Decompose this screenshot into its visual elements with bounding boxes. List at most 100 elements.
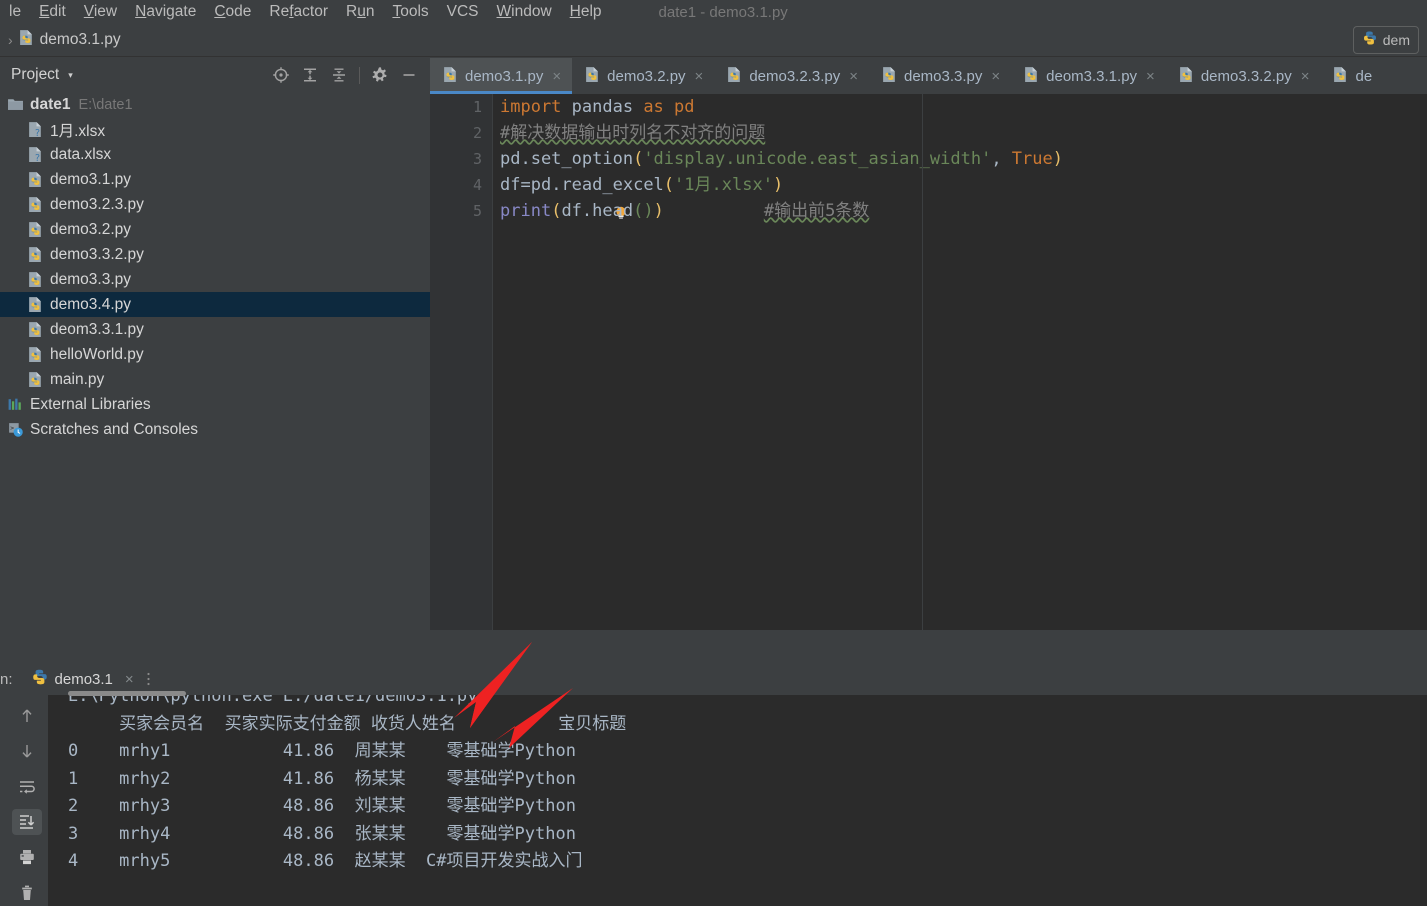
tree-item-demo3-2-py[interactable]: demo3.2.py xyxy=(0,217,430,242)
print-icon[interactable] xyxy=(12,844,42,870)
run-tab-demo3-1[interactable]: demo3.1 × xyxy=(31,668,134,690)
python-file-icon xyxy=(27,371,44,388)
token-call-head: df.head xyxy=(561,201,634,221)
collapse-all-icon[interactable] xyxy=(330,66,348,84)
token-call-read-excel: pd.read_excel xyxy=(530,175,664,195)
code-line-5: print(df.head()) #输出前5条数 xyxy=(500,198,1427,224)
python-file-icon xyxy=(584,66,601,87)
run-tab-label: demo3.1 xyxy=(54,670,113,688)
project-tree[interactable]: date1 E:\date1 ? 1月.xlsx ? data.xlsx dem… xyxy=(0,92,430,630)
tree-item-deom3-3-1-py[interactable]: deom3.3.1.py xyxy=(0,317,430,342)
close-icon[interactable]: × xyxy=(991,68,1000,85)
tree-item-demo3-4-py[interactable]: demo3.4.py xyxy=(0,292,430,317)
editor-tab-demo3-1-py[interactable]: demo3.1.py × xyxy=(430,58,573,94)
menu-item-edit[interactable]: Edit xyxy=(30,0,75,24)
editor-gutter[interactable]: 1 2 3 4 5 xyxy=(430,94,492,630)
python-file-icon xyxy=(881,66,898,87)
menu-item-file[interactable]: le xyxy=(0,0,30,24)
close-icon[interactable]: × xyxy=(1301,68,1310,85)
tree-item-label: data.xlsx xyxy=(50,145,112,163)
menu-item-tools[interactable]: Tools xyxy=(383,0,437,24)
tree-item-label: helloWorld.py xyxy=(50,345,144,363)
svg-text:?: ? xyxy=(34,153,40,163)
editor-tab-demo3-2-3-py[interactable]: demo3.2.3.py × xyxy=(714,58,869,94)
menu-item-view[interactable]: View xyxy=(75,0,126,24)
menu-item-vcs[interactable]: VCS xyxy=(438,0,488,24)
tree-item-date1[interactable]: date1 E:\date1 xyxy=(0,92,430,117)
editor-tab-label: demo3.2.py xyxy=(607,67,686,85)
console-output[interactable]: E:\Python\python.exe E:/date1/demo3.1.py… xyxy=(48,695,1427,906)
tree-item-1yue-xlsx[interactable]: ? 1月.xlsx xyxy=(0,117,430,142)
tree-item-external-libraries[interactable]: External Libraries xyxy=(0,392,430,417)
console-data-row: 2 mrhy3 48.86 刘某某 零基础学Python xyxy=(68,796,576,816)
libraries-icon xyxy=(7,396,24,413)
python-file-icon xyxy=(27,346,44,363)
breadcrumb-separator: › xyxy=(8,32,13,48)
tree-item-main-py[interactable]: main.py xyxy=(0,367,430,392)
run-tool-window-header: n: demo3.1 × xyxy=(0,663,1427,695)
line-number: 1 xyxy=(472,98,482,116)
unknown-file-icon: ? xyxy=(27,121,44,138)
menu-item-run[interactable]: Run xyxy=(337,0,383,24)
editor-tab-deom3-3-1-py[interactable]: deom3.3.1.py × xyxy=(1011,58,1166,94)
tree-item-label: deom3.3.1.py xyxy=(50,320,144,338)
expand-all-icon[interactable] xyxy=(301,66,319,84)
menu-item-navigate[interactable]: Navigate xyxy=(126,0,205,24)
token-module-pandas: pandas xyxy=(561,97,644,117)
editor-tab-demo3-3-py[interactable]: demo3.3.py × xyxy=(869,58,1011,94)
menu-item-refactor[interactable]: Refactor xyxy=(260,0,337,24)
breadcrumb-file[interactable]: demo3.1.py xyxy=(40,31,121,49)
close-icon[interactable]: × xyxy=(695,68,704,85)
chevron-down-icon[interactable]: ▾ xyxy=(68,70,73,81)
breadcrumb: › demo3.1.py xyxy=(0,24,1427,57)
close-icon[interactable]: × xyxy=(849,68,858,85)
editor-tab-demo3-3-2-py[interactable]: demo3.3.2.py × xyxy=(1166,58,1321,94)
tree-item-data-xlsx[interactable]: ? data.xlsx xyxy=(0,142,430,167)
hide-panel-icon[interactable] xyxy=(400,66,418,84)
project-panel-title[interactable]: Project xyxy=(11,66,59,84)
menu-item-window[interactable]: Window xyxy=(488,0,561,24)
code-editor[interactable]: 1 2 3 4 5 import pandas as pd #解决数据输出时列名… xyxy=(430,94,1427,630)
python-file-icon xyxy=(27,171,44,188)
editor-tab-demo3-2-py[interactable]: demo3.2.py × xyxy=(572,58,714,94)
token-string-filename: '1月.xlsx' xyxy=(674,175,773,195)
console-scrollbar[interactable] xyxy=(68,691,186,696)
unknown-file-icon: ? xyxy=(27,146,44,163)
menu-item-code[interactable]: Code xyxy=(205,0,260,24)
editor-tab-overflow[interactable]: de xyxy=(1320,58,1383,94)
editor-left-border xyxy=(922,94,923,630)
window-title: date1 - demo3.1.py xyxy=(658,3,788,21)
editor-tab-label: demo3.1.py xyxy=(465,67,544,85)
python-run-icon xyxy=(31,668,49,690)
intention-bulb-icon[interactable] xyxy=(511,177,626,219)
scroll-to-end-icon[interactable] xyxy=(12,808,42,836)
tree-item-demo3-3-2-py[interactable]: demo3.3.2.py xyxy=(0,242,430,267)
menu-item-help[interactable]: Help xyxy=(561,0,611,24)
run-configuration-selector[interactable]: dem xyxy=(1352,26,1419,54)
soft-wrap-icon[interactable] xyxy=(12,774,42,800)
select-opened-file-icon[interactable] xyxy=(272,66,290,84)
close-icon[interactable]: × xyxy=(1146,68,1155,85)
python-file-icon xyxy=(27,196,44,213)
tree-item-label: demo3.2.3.py xyxy=(50,195,144,213)
tree-item-scratches-and-consoles[interactable]: >_ Scratches and Consoles xyxy=(0,417,430,442)
token-inner-parens: () xyxy=(633,201,654,221)
console-header-row: 买家会员名 买家实际支付金额 收货人姓名 宝贝标题 xyxy=(68,713,627,734)
token-comment: #解决数据输出时列名不对齐的问题 xyxy=(500,123,766,143)
tree-item-demo3-1-py[interactable]: demo3.1.py xyxy=(0,167,430,192)
tree-item-helloworld-py[interactable]: helloWorld.py xyxy=(0,342,430,367)
clear-all-trash-icon[interactable] xyxy=(12,880,42,906)
token-paren-open: ( xyxy=(663,175,675,195)
more-options-icon[interactable] xyxy=(146,670,150,688)
rerun-up-icon[interactable] xyxy=(12,703,42,729)
code-content[interactable]: import pandas as pd #解决数据输出时列名不对齐的问题 pd.… xyxy=(493,94,1427,630)
settings-gear-icon[interactable] xyxy=(371,66,389,84)
close-icon[interactable]: × xyxy=(125,671,134,688)
close-icon[interactable]: × xyxy=(552,68,561,85)
line-number: 3 xyxy=(472,150,482,168)
tree-item-demo3-3-py[interactable]: demo3.3.py xyxy=(0,267,430,292)
python-file-icon xyxy=(1332,66,1349,87)
tree-item-demo3-2-3-py[interactable]: demo3.2.3.py xyxy=(0,192,430,217)
rerun-down-icon[interactable] xyxy=(12,738,42,764)
tree-item-label: demo3.3.py xyxy=(50,270,131,288)
